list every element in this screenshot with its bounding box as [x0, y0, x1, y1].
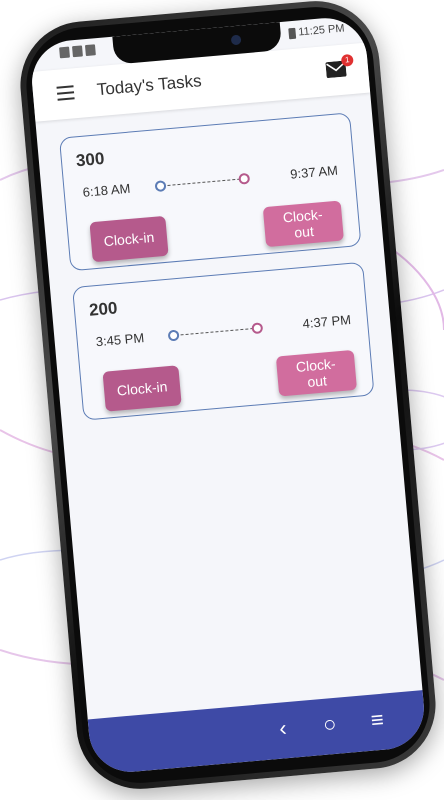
clock-in-button[interactable]: Clock-in — [89, 215, 169, 263]
timeline-start-dot-icon — [155, 180, 167, 192]
status-indicators: 11:25 PM — [287, 22, 346, 39]
timeline-end-dot-icon — [251, 322, 263, 334]
task-start-time: 6:18 AM — [82, 180, 131, 200]
task-card: 300 6:18 AM 9:37 AM Clock-in Clock-out — [58, 112, 362, 272]
task-card: 200 3:45 PM 4:37 PM Clock-in Clock-out — [72, 261, 375, 421]
status-time: 11:25 PM — [297, 22, 346, 39]
hamburger-menu-icon[interactable] — [56, 85, 75, 101]
task-end-time: 9:37 AM — [289, 162, 339, 182]
clock-out-button[interactable]: Clock-out — [262, 200, 344, 248]
home-circle-icon[interactable]: ○ — [322, 711, 337, 737]
clock-out-button[interactable]: Clock-out — [275, 349, 358, 397]
timeline-end-dot-icon — [238, 173, 250, 185]
front-camera-icon — [230, 34, 242, 46]
notification-icon — [59, 46, 70, 59]
phone-screen: 11:25 PM Today's Tasks 1 300 6:18 AM 9:3… — [28, 14, 428, 776]
task-number: 300 — [75, 148, 106, 171]
task-timeline — [155, 173, 250, 192]
task-list: 300 6:18 AM 9:37 AM Clock-in Clock-out 2… — [58, 112, 376, 436]
notification-icon — [84, 44, 96, 57]
task-end-time: 4:37 PM — [301, 312, 352, 332]
page-title: Today's Tasks — [96, 71, 203, 100]
notification-icon — [72, 45, 83, 58]
task-number: 200 — [88, 298, 119, 320]
recent-apps-icon[interactable]: ≡ — [370, 707, 385, 733]
device-mockup: 11:25 PM Today's Tasks 1 300 6:18 AM 9:3… — [0, 0, 444, 800]
timeline-start-dot-icon — [168, 330, 180, 342]
notification-badge: 1 — [340, 53, 354, 67]
phone-body: 11:25 PM Today's Tasks 1 300 6:18 AM 9:3… — [15, 0, 441, 795]
task-timeline — [168, 322, 263, 342]
clock-in-button[interactable]: Clock-in — [102, 365, 182, 412]
status-notifications — [59, 44, 96, 59]
back-chevron-icon[interactable]: ‹ — [278, 715, 287, 741]
task-start-time: 3:45 PM — [95, 330, 145, 350]
battery-icon — [287, 27, 296, 39]
